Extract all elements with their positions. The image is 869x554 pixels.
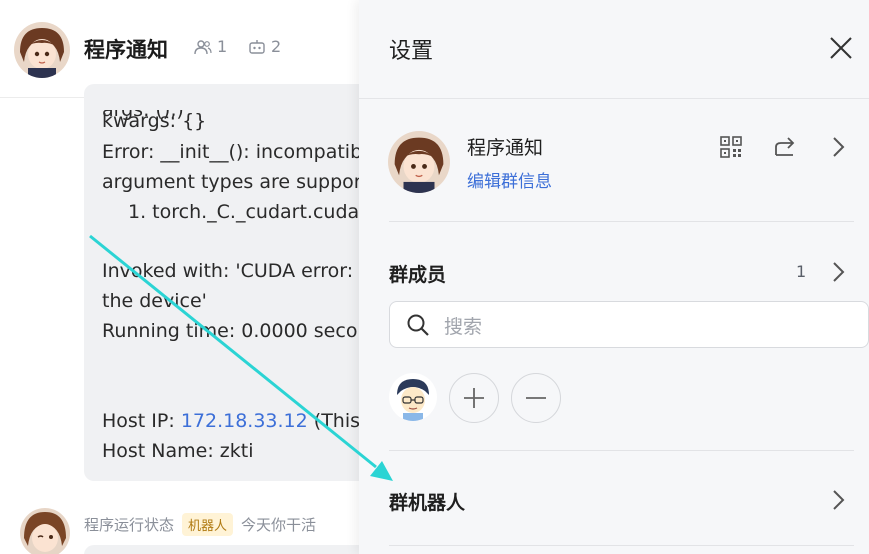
group-avatar[interactable] bbox=[14, 22, 70, 78]
chat-area: 程序通知 1 2 args: (),) kwargs: {} Error: __… bbox=[0, 0, 360, 554]
chevron-right-icon bbox=[833, 490, 845, 510]
close-icon bbox=[830, 37, 852, 59]
sender-row: 程序运行状态 机器人 今天你干活 bbox=[84, 513, 316, 536]
divider bbox=[389, 450, 854, 451]
member-count: 1 bbox=[217, 37, 228, 56]
group-info-chevron[interactable] bbox=[824, 133, 852, 161]
share-button[interactable] bbox=[771, 133, 799, 161]
close-button[interactable] bbox=[825, 32, 857, 64]
qr-code-icon bbox=[720, 136, 742, 158]
search-icon bbox=[406, 313, 430, 337]
host-ip-link[interactable]: 172.18.33.12 bbox=[181, 410, 308, 432]
message-line-host-ip: Host IP: 172.18.33.12 (This bbox=[102, 410, 360, 432]
add-member-button[interactable] bbox=[449, 373, 499, 423]
edit-group-info-link[interactable]: 编辑群信息 bbox=[467, 167, 552, 192]
robot-icon bbox=[248, 39, 266, 55]
divider bbox=[389, 221, 854, 222]
chevron-right-icon bbox=[833, 262, 845, 282]
sender-avatar[interactable] bbox=[20, 508, 70, 554]
message-bubble[interactable] bbox=[84, 545, 360, 554]
sender-preview: 今天你干活 bbox=[241, 516, 317, 534]
settings-title: 设置 bbox=[389, 39, 434, 64]
message-line: 1. torch._C._cudart.cudaD bbox=[128, 201, 360, 223]
sender-name: 程序运行状态 bbox=[84, 516, 175, 534]
bots-section-label[interactable]: 群机器人 bbox=[389, 488, 465, 515]
plus-icon bbox=[464, 388, 484, 408]
qr-code-button[interactable] bbox=[717, 133, 745, 161]
settings-panel: 设置 程序通知 编辑群信息 群成员 1 搜索 群机器人 bbox=[359, 0, 869, 554]
bots-chevron[interactable] bbox=[824, 486, 852, 514]
members-icon bbox=[194, 39, 212, 55]
group-name: 程序通知 bbox=[467, 137, 544, 159]
members-chevron[interactable] bbox=[824, 258, 852, 286]
search-placeholder: 搜索 bbox=[444, 316, 483, 338]
chevron-right-icon bbox=[833, 137, 845, 157]
bot-count-stat[interactable]: 2 bbox=[248, 37, 281, 56]
settings-header: 设置 bbox=[359, 0, 869, 99]
message-line: argument types are supported bbox=[102, 171, 360, 193]
message-line: kwargs: {} bbox=[102, 110, 207, 132]
member-avatar[interactable] bbox=[389, 373, 437, 421]
message-line: Error: __init__(): incompatible bbox=[102, 141, 360, 163]
message-line: Invoked with: 'CUDA error: bbox=[102, 260, 354, 282]
message-line: Running time: 0.0000 secon bbox=[102, 320, 360, 342]
member-count-stat[interactable]: 1 bbox=[194, 37, 227, 56]
message-line: the device' bbox=[102, 290, 207, 312]
share-icon bbox=[775, 137, 795, 156]
group-avatar[interactable] bbox=[388, 131, 450, 193]
bot-count: 2 bbox=[271, 37, 282, 56]
bot-badge: 机器人 bbox=[182, 513, 234, 536]
member-search-input[interactable]: 搜索 bbox=[389, 301, 869, 348]
members-section-label: 群成员 bbox=[389, 264, 447, 286]
members-count: 1 bbox=[796, 262, 807, 281]
chat-title: 程序通知 bbox=[84, 38, 168, 62]
host-ip-label: Host IP: bbox=[102, 410, 175, 432]
divider bbox=[389, 545, 854, 546]
remove-member-button[interactable] bbox=[511, 373, 561, 423]
minus-icon bbox=[526, 397, 546, 399]
message-line: Host Name: zkti bbox=[102, 440, 254, 462]
host-ip-note: (This bbox=[313, 410, 360, 432]
